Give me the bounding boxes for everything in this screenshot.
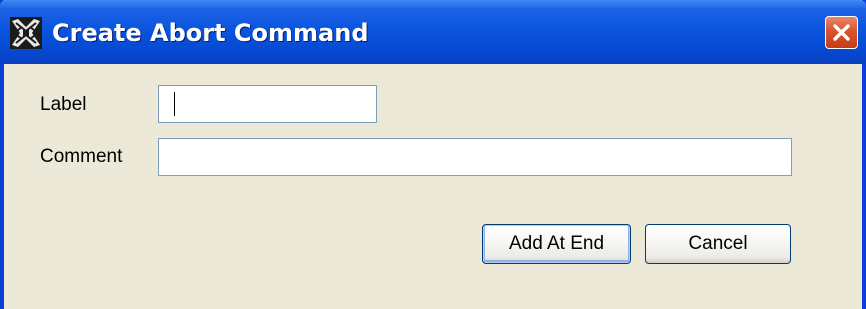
dialog-window: Create Abort Command Label Comment Add A… [0,0,866,309]
close-button[interactable] [825,16,858,49]
add-at-end-button[interactable]: Add At End [482,224,631,264]
close-icon [833,24,850,41]
text-cursor [174,92,175,116]
label-caption: Label [40,94,87,115]
title-bar[interactable]: Create Abort Command [0,0,866,64]
comment-input[interactable] [158,138,792,176]
comment-caption: Comment [40,146,123,167]
label-input[interactable] [158,85,377,123]
window-title: Create Abort Command [52,19,369,47]
app-icon [10,17,42,49]
cancel-button[interactable]: Cancel [645,224,791,264]
